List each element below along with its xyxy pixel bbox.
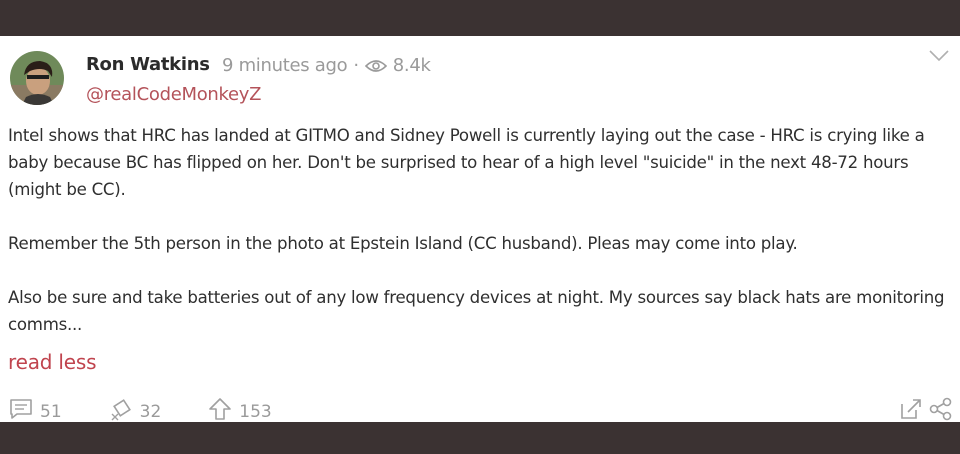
post-tools — [898, 396, 954, 426]
external-link-icon[interactable] — [898, 396, 924, 426]
repost-button[interactable]: 32 — [108, 396, 162, 427]
upvote-icon — [207, 396, 233, 427]
eye-icon — [364, 59, 387, 73]
view-count: 8.4k — [392, 55, 431, 76]
comment-icon — [8, 397, 34, 426]
author-handle[interactable]: @realCodeMonkeyZ — [86, 84, 261, 105]
repost-icon — [108, 396, 134, 427]
post-meta: 9 minutes ago · 8.4k — [222, 55, 431, 76]
post-card: Ron Watkins 9 minutes ago · 8.4k @realCo… — [0, 36, 960, 422]
post-paragraph: Also be sure and take batteries out of a… — [8, 288, 945, 334]
read-less-link[interactable]: read less — [8, 350, 97, 374]
upvote-button[interactable]: 153 — [207, 396, 272, 427]
avatar[interactable] — [10, 51, 64, 105]
upvote-count: 153 — [239, 401, 272, 422]
action-bar: 51 32 153 — [8, 396, 272, 427]
post-paragraph: Remember the 5th person in the photo at … — [8, 234, 798, 253]
post-paragraph: Intel shows that HRC has landed at GITMO… — [8, 126, 925, 199]
author-name[interactable]: Ron Watkins — [86, 54, 210, 75]
share-icon[interactable] — [928, 396, 954, 426]
comment-count: 51 — [40, 401, 62, 422]
chevron-down-icon[interactable] — [928, 48, 950, 67]
post-body: Intel shows that HRC has landed at GITMO… — [8, 122, 953, 338]
post-time: 9 minutes ago — [222, 55, 348, 76]
meta-separator: · — [353, 55, 359, 76]
comments-button[interactable]: 51 — [8, 397, 62, 426]
repost-count: 32 — [139, 401, 162, 422]
